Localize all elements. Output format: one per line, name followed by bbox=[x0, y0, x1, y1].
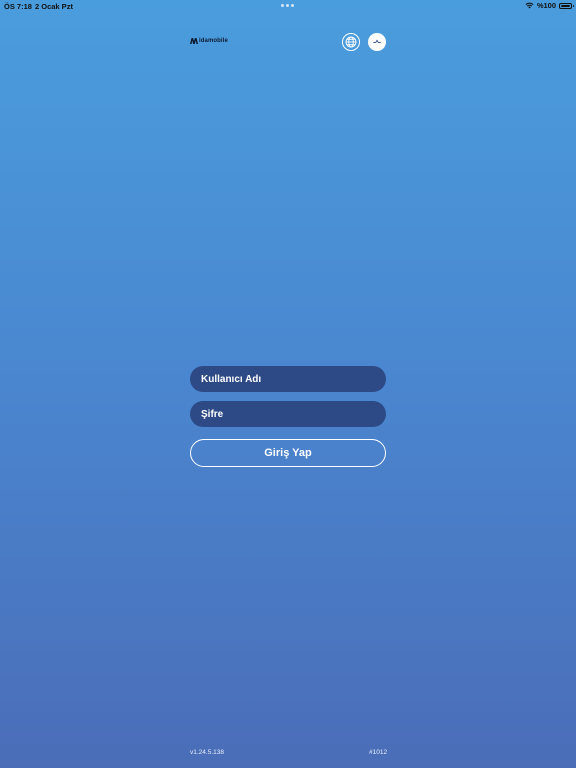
username-field[interactable] bbox=[190, 366, 386, 392]
wifi-icon bbox=[525, 2, 534, 9]
multitasking-dots-icon[interactable] bbox=[281, 4, 294, 7]
password-input[interactable] bbox=[190, 401, 386, 427]
company-logo: idamobile bbox=[190, 38, 228, 44]
app-version: v1.24.5.138 bbox=[190, 749, 224, 756]
username-input[interactable] bbox=[190, 366, 386, 392]
status-bar: ÖS 7:18 2 Ocak Pzt %100 bbox=[0, 0, 576, 12]
status-date: 2 Ocak Pzt bbox=[35, 2, 73, 11]
status-right: %100 bbox=[525, 1, 574, 10]
contrast-icon bbox=[373, 39, 381, 43]
logo-text: idamobile bbox=[199, 38, 228, 44]
language-button[interactable] bbox=[342, 33, 360, 51]
password-field[interactable] bbox=[190, 401, 386, 427]
battery-icon bbox=[559, 2, 574, 9]
battery-percent: %100 bbox=[536, 1, 556, 10]
login-button[interactable]: Giriş Yap bbox=[190, 439, 386, 467]
status-time: ÖS 7:18 bbox=[4, 2, 32, 11]
theme-toggle-button[interactable] bbox=[368, 33, 386, 51]
build-number: #1012 bbox=[369, 749, 388, 756]
globe-icon bbox=[345, 36, 357, 48]
logo-mark-icon bbox=[190, 38, 198, 44]
